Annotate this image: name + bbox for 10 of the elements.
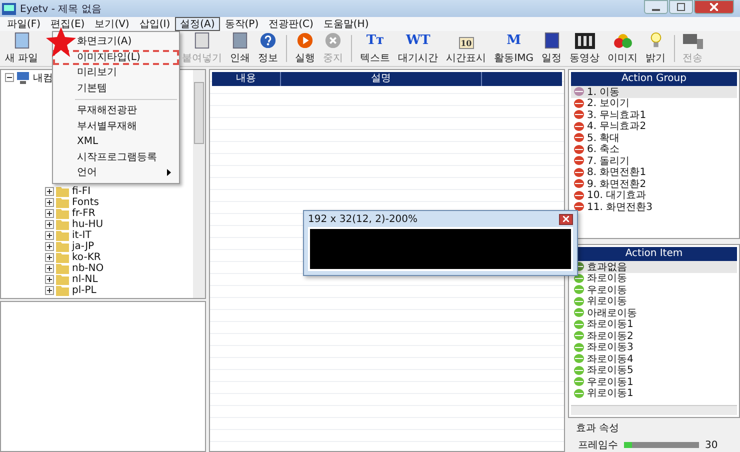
- letter-icon: Tт: [366, 33, 384, 49]
- section-title: 효과 속성: [575, 422, 620, 436]
- letter-icon: WT: [406, 33, 430, 49]
- panel-header: Action Group: [571, 72, 737, 86]
- slider-value: 30: [705, 440, 718, 450]
- letter-icon: 10: [458, 37, 474, 49]
- letter-icon: M: [506, 33, 522, 49]
- window-title: 192 x 32(12, 2)-200%: [308, 214, 418, 224]
- slider-label: 프레임수: [578, 439, 618, 452]
- window-title: Eyetv - 제목 없음: [20, 2, 102, 16]
